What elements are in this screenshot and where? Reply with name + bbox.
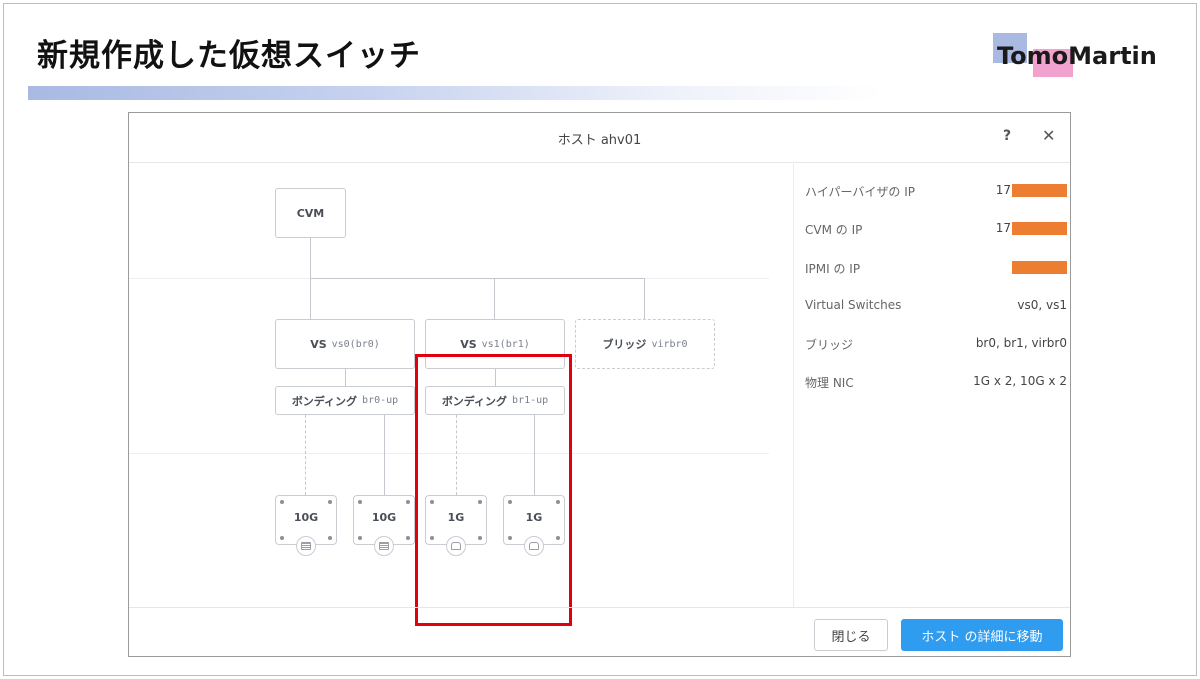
vs1-highlight-frame [415,354,572,626]
prop-physical-nic: 物理 NIC 1G x 2, 10G x 2 [805,374,1067,390]
sfp-port-icon [374,536,394,556]
dialog-header: ホスト ahv01 ? ✕ [129,113,1070,163]
close-icon[interactable]: ✕ [1042,126,1055,145]
cvm-box[interactable]: CVM [275,188,346,238]
prop-cvm-ip: CVM の IP 17 [805,221,1067,241]
prop-ipmi-ip: IPMI の IP [805,260,1067,280]
redaction-bar [1012,184,1067,197]
help-icon[interactable]: ? [1003,128,1011,144]
title-underline-bar [28,86,883,100]
tomomartin-logo: TomoMartin [993,33,1157,81]
bond-br0-up-box[interactable]: ボンディング br0-up [275,386,415,415]
vs0-box[interactable]: VS vs0(br0) [275,319,415,369]
prop-bridges: ブリッジ br0, br1, virbr0 [805,336,1067,352]
redaction-bar [1012,222,1067,235]
sfp-port-icon [296,536,316,556]
bridge-virbr0-box[interactable]: ブリッジ virbr0 [575,319,715,369]
prop-virtual-switches: Virtual Switches vs0, vs1 [805,298,1067,312]
slide-title: 新規作成した仮想スイッチ [37,38,421,74]
go-to-host-details-button[interactable]: ホスト の詳細に移動 [901,619,1063,651]
logo-text: TomoMartin [997,42,1157,70]
host-dialog: ホスト ahv01 ? ✕ CVM VS vs0(br0) VS vs1(br1) … [128,112,1071,657]
dialog-title: ホスト ahv01 [557,133,642,148]
prop-hypervisor-ip: ハイパーバイザの IP 17 [805,183,1067,203]
close-button[interactable]: 閉じる [814,619,888,651]
network-diagram: CVM VS vs0(br0) VS vs1(br1) ブリッジ virbr0 ボンデ… [129,164,793,626]
redaction-bar [1012,261,1067,274]
